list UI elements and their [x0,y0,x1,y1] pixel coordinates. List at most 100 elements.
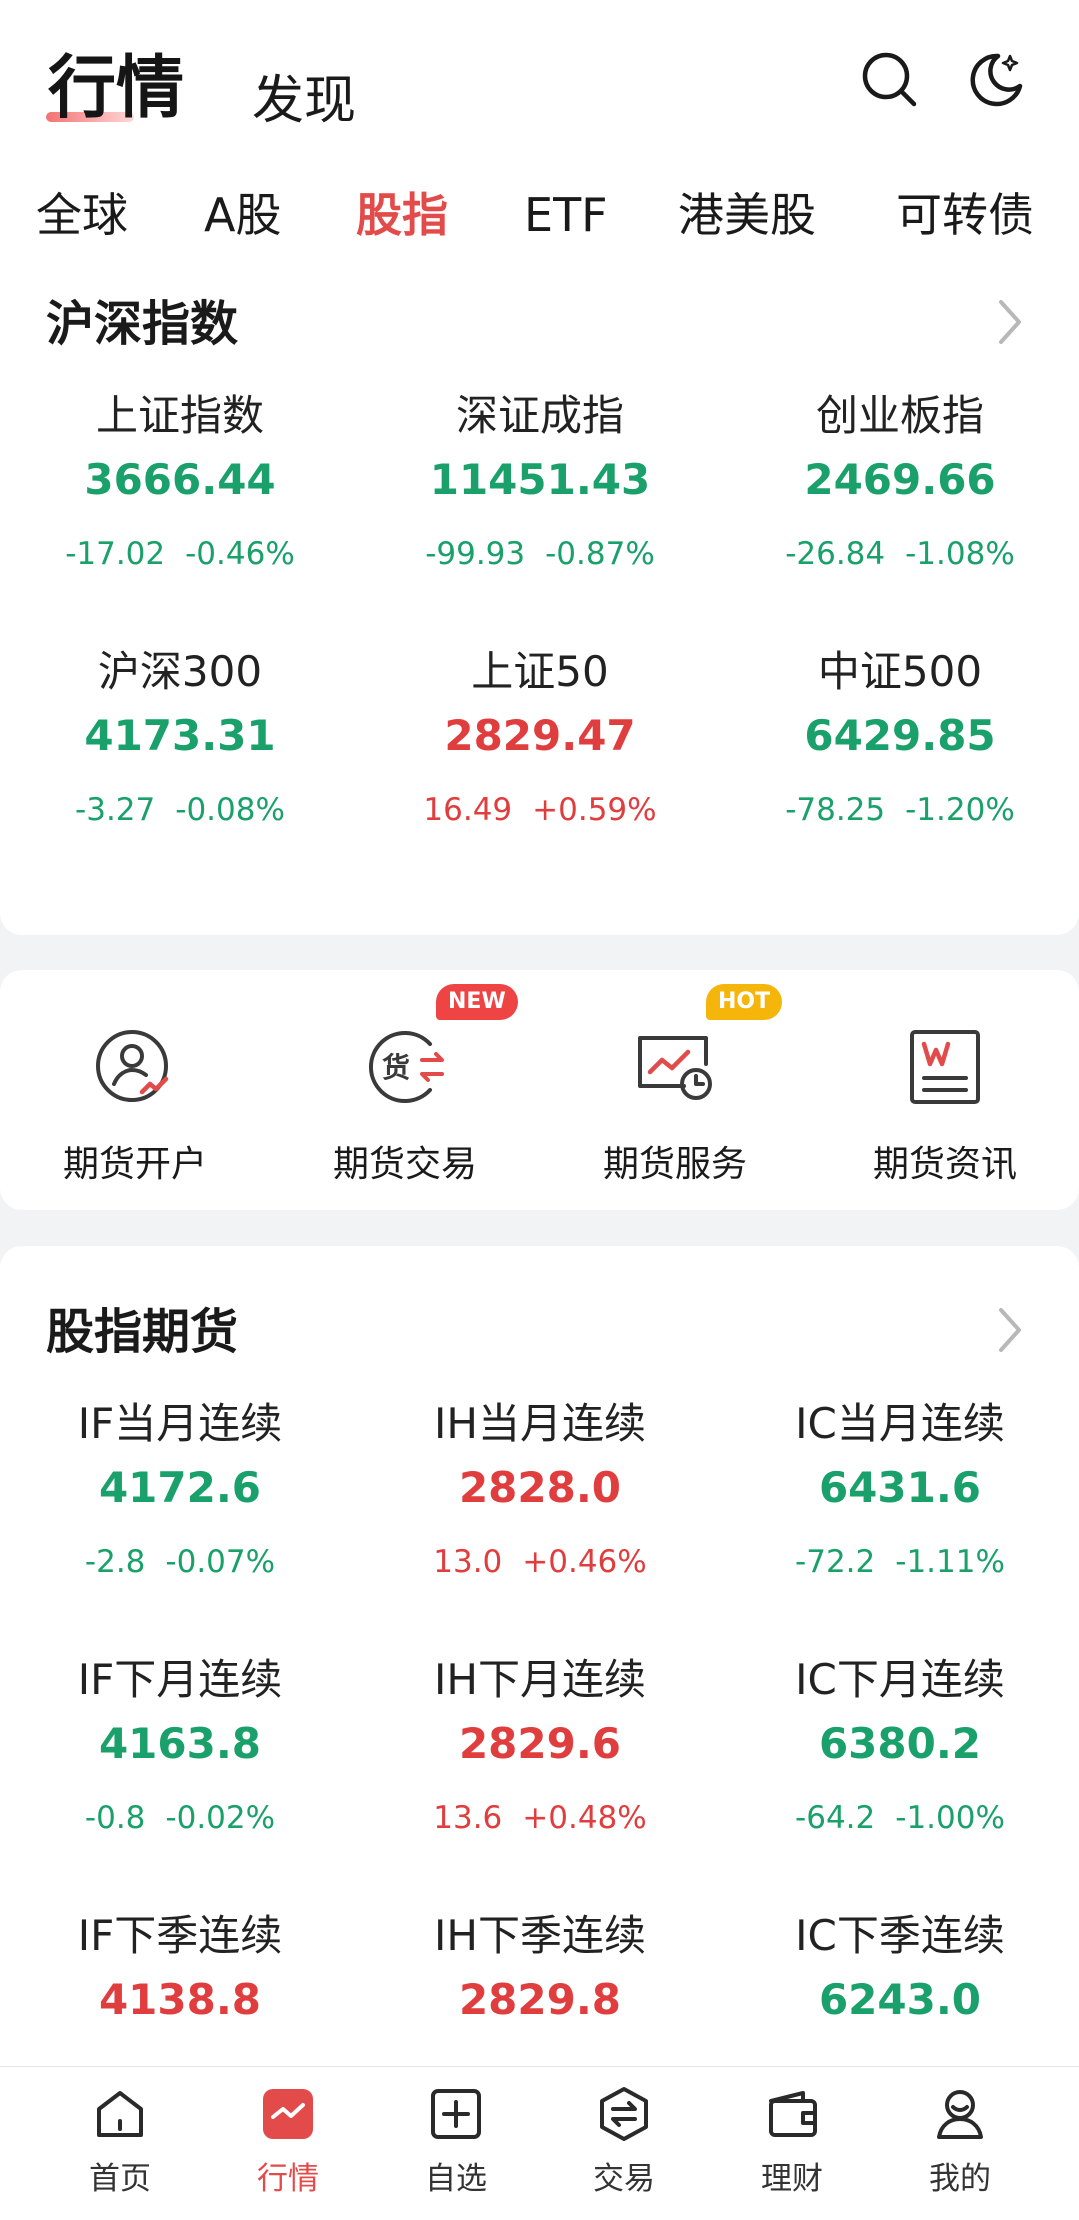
futures-change: -64.2 [795,1800,876,1836]
index-pct: -1.08% [905,536,1015,572]
nav-wealth[interactable]: 理财 [702,2085,882,2201]
futures-name: IF下季连续 [77,1911,283,1960]
futures-pct: +0.46% [522,1544,647,1580]
index-item[interactable]: 上证指数 3666.44 -17.02 -0.46% [0,388,360,576]
futures-price: 4138.8 [98,1975,262,2024]
feature-label: 期货交易 [332,1144,477,1185]
market-icon [259,2085,317,2143]
tab-index[interactable]: 股指 [356,180,448,250]
profile-icon [931,2085,989,2143]
top-bar: 行情 发现 全球 A股 股指 ETF 港美股 可转债 [0,0,1079,270]
index-name: 上证50 [471,647,609,696]
tab-a-shares[interactable]: A股 [204,180,281,250]
index-item[interactable]: 深证成指 11451.43 -99.93 -0.87% [360,388,720,576]
futures-change: 13.0 [433,1544,503,1580]
futures-price: 6431.6 [818,1463,982,1512]
index-change: -99.93 [425,536,526,572]
futures-pct: -0.07% [165,1544,276,1580]
index-pct: +0.59% [532,792,657,828]
page-title[interactable]: 行情 [48,44,184,134]
section-title-indices: 沪深指数 [46,296,239,352]
feature-label: 期货资讯 [872,1144,1017,1185]
moon-icon[interactable] [964,48,1028,112]
index-name: 深证成指 [455,391,624,440]
futures-name: IF下月连续 [77,1655,283,1704]
index-item[interactable]: 创业板指 2469.66 -26.84 -1.08% [720,388,1079,576]
nav-profile[interactable]: 我的 [870,2085,1050,2201]
tab-etf[interactable]: ETF [524,180,608,250]
index-change: -17.02 [65,536,166,572]
index-price: 6429.85 [804,711,996,760]
nav-watchlist[interactable]: 自选 [366,2085,546,2201]
futures-item[interactable]: IH下季连续 2829.8 [360,1908,720,2028]
futures-item[interactable]: IH当月连续 2828.0 13.0 +0.46% [360,1396,720,1584]
feature-label: 期货服务 [602,1144,747,1185]
watchlist-add-icon [427,2085,485,2143]
tab-convertible[interactable]: 可转债 [896,180,1034,250]
chevron-right-icon[interactable] [989,1304,1029,1356]
futures-item[interactable]: IC下月连续 6380.2 -64.2 -1.00% [720,1652,1079,1840]
futures-name: IH下月连续 [434,1655,646,1704]
futures-name: IC当月连续 [795,1399,1005,1448]
futures-item[interactable]: IF下季连续 4138.8 [0,1908,360,2028]
nav-market[interactable]: 行情 [198,2085,378,2201]
futures-price: 4163.8 [98,1719,262,1768]
feature-futures-service[interactable]: HOT 期货服务 [540,984,810,1190]
futures-change: -0.8 [84,1800,146,1836]
wallet-icon [763,2085,821,2143]
index-price: 2469.66 [804,455,996,504]
futures-name: IH当月连续 [434,1399,646,1448]
nav-label: 首页 [89,2161,151,2197]
nav-label: 理财 [761,2161,823,2197]
nav-trade[interactable]: 交易 [534,2085,714,2201]
category-tabs: 全球 A股 股指 ETF 港美股 可转债 [0,180,1079,260]
futures-price: 6243.0 [818,1975,982,2024]
feature-futures-trade[interactable]: 货 NEW 期货交易 [270,984,540,1190]
futures-item[interactable]: IF下月连续 4163.8 -0.8 -0.02% [0,1652,360,1840]
futures-item[interactable]: IF当月连续 4172.6 -2.8 -0.07% [0,1396,360,1584]
futures-change: 13.6 [433,1800,503,1836]
index-change: -3.27 [75,792,156,828]
home-icon [91,2085,149,2143]
discover-tab[interactable]: 发现 [252,66,356,136]
feature-open-account[interactable]: 期货开户 [0,1022,270,1190]
index-item[interactable]: 中证500 6429.85 -78.25 -1.20% [720,644,1079,832]
bottom-navigation: 首页 行情 自选 交易 理财 我的 [0,2066,1079,2220]
futures-item[interactable]: IC当月连续 6431.6 -72.2 -1.11% [720,1396,1079,1584]
futures-service-icon: HOT [630,984,783,1112]
futures-pct: -0.02% [165,1800,276,1836]
search-icon[interactable] [858,48,922,112]
chevron-right-icon[interactable] [989,296,1029,348]
futures-item[interactable]: IH下月连续 2829.6 13.6 +0.48% [360,1652,720,1840]
futures-change: -2.8 [84,1544,146,1580]
tab-global[interactable]: 全球 [36,180,128,250]
index-card: 沪深指数 上证指数 3666.44 -17.02 -0.46% 深证成指 1145… [0,270,1079,935]
futures-trade-icon: 货 NEW [360,984,518,1112]
feature-card: 期货开户 货 NEW 期货交易 HOT 期货服务 期货资讯 [0,970,1079,1210]
index-price: 4173.31 [84,711,276,760]
nav-label: 行情 [257,2161,319,2197]
nav-home[interactable]: 首页 [30,2085,210,2201]
index-price: 3666.44 [84,455,276,504]
index-pct: -0.08% [175,792,285,828]
account-open-icon [90,1022,180,1112]
index-price: 11451.43 [429,455,651,504]
feature-futures-news[interactable]: 期货资讯 [810,1022,1079,1190]
futures-price: 2828.0 [458,1463,622,1512]
tab-hk-us[interactable]: 港美股 [678,180,816,250]
index-item[interactable]: 沪深300 4173.31 -3.27 -0.08% [0,644,360,832]
futures-price: 4172.6 [98,1463,262,1512]
hot-badge: HOT [706,984,783,1020]
index-item[interactable]: 上证50 2829.47 16.49 +0.59% [360,644,720,832]
index-name: 创业板指 [815,391,984,440]
section-title-futures: 股指期货 [46,1304,239,1360]
new-badge: NEW [436,984,518,1020]
futures-name: IC下月连续 [795,1655,1005,1704]
futures-news-icon [900,1022,990,1112]
nav-label: 交易 [593,2161,655,2197]
index-pct: -0.46% [185,536,295,572]
futures-name: IC下季连续 [795,1911,1005,1960]
futures-price: 2829.8 [458,1975,622,2024]
index-price: 2829.47 [444,711,636,760]
futures-item[interactable]: IC下季连续 6243.0 [720,1908,1079,2028]
